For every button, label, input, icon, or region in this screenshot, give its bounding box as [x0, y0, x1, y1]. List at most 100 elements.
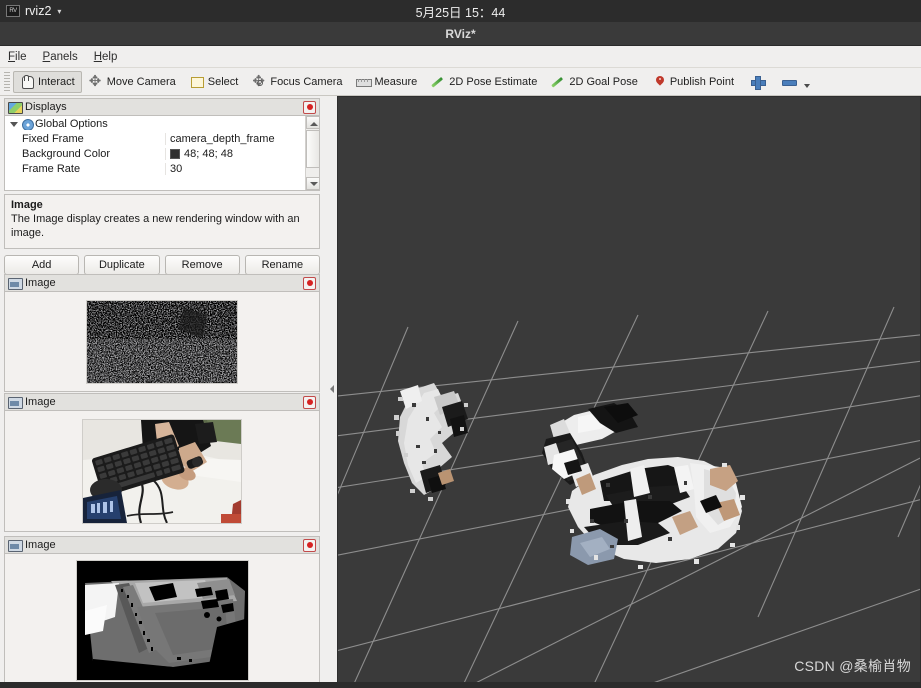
remove-button[interactable]: Remove	[164, 255, 240, 275]
tool-2d-goal-pose[interactable]: 2D Goal Pose	[544, 71, 644, 93]
tree-label: Frame Rate	[22, 162, 81, 175]
displays-tree[interactable]: Global Options Fixed Frame camera_depth_…	[5, 116, 302, 190]
toolbar-drag-grip[interactable]	[4, 71, 10, 92]
rgb-camera-view	[82, 418, 242, 524]
table-row[interactable]: Background Color 48; 48; 48	[5, 146, 302, 161]
rviz-app-icon: RV	[6, 5, 20, 17]
scroll-down-arrow-icon[interactable]	[306, 177, 319, 190]
image-panel-2-body[interactable]	[4, 410, 320, 532]
plus-icon	[750, 75, 767, 90]
os-app-name: rviz2	[25, 4, 52, 18]
image-window-icon	[8, 539, 23, 552]
tool-move-camera[interactable]: Move Camera	[82, 71, 183, 93]
rename-button[interactable]: Rename	[244, 255, 320, 275]
scroll-up-arrow-icon[interactable]	[306, 116, 319, 129]
tool-2d-pose-estimate[interactable]: 2D Pose Estimate	[424, 71, 544, 93]
image-panel-2-header: Image	[4, 393, 320, 410]
tree-key-fixed-frame: Fixed Frame	[5, 133, 165, 145]
tree-value-fixed-frame[interactable]: camera_depth_frame	[165, 132, 302, 145]
image-window-icon	[8, 396, 23, 409]
menu-file-mnemonic: F	[8, 50, 16, 63]
close-icon[interactable]	[303, 538, 316, 552]
image-panel-1-body[interactable]	[4, 291, 320, 392]
menu-panels[interactable]: Panels	[43, 51, 78, 63]
displays-panel-title: Displays	[25, 101, 67, 113]
table-row[interactable]: Frame Rate 30	[5, 161, 302, 176]
chevron-down-icon[interactable]	[803, 71, 812, 93]
image-panel-3-body[interactable]	[4, 553, 320, 687]
table-row[interactable]: Fixed Frame camera_depth_frame	[5, 131, 302, 146]
duplicate-button[interactable]: Duplicate	[84, 255, 160, 275]
move-camera-icon	[89, 72, 104, 90]
tree-key-global-options: Global Options	[5, 118, 165, 130]
image-panel-3-title: Image	[25, 539, 56, 551]
tool-publish-point[interactable]: Publish Point	[645, 71, 741, 93]
menu-help[interactable]: Help	[94, 51, 118, 63]
chevron-down-icon[interactable]: ▾	[57, 7, 61, 16]
tool-move-camera-label: Move Camera	[106, 75, 176, 88]
remove-tool-button[interactable]	[774, 71, 803, 93]
tool-measure[interactable]: Measure	[349, 71, 424, 93]
ir-depth-noise-view	[86, 299, 238, 384]
displays-tree-scrollbar[interactable]	[305, 116, 319, 190]
tree-label: Fixed Frame	[22, 132, 84, 145]
tree-value-background-color-wrap[interactable]: 48; 48; 48	[165, 147, 302, 160]
image-panel-1-header: Image	[4, 274, 320, 291]
image-panel-2: Image	[4, 393, 320, 532]
dock-splitter-handle[interactable]	[327, 96, 337, 688]
3d-render-view[interactable]: CSDN @桑榆肖物	[337, 96, 921, 688]
tool-measure-label: Measure	[374, 75, 418, 88]
color-swatch-icon	[170, 148, 180, 159]
image-panel-3-header: Image	[4, 536, 320, 553]
close-icon[interactable]	[303, 100, 316, 114]
menu-panels-label: anels	[50, 50, 78, 63]
bottom-strip	[0, 682, 921, 688]
image-panel-1-title: Image	[25, 277, 56, 289]
chevron-down-icon[interactable]	[9, 119, 18, 128]
window-title: RViz*	[445, 26, 476, 41]
os-clock[interactable]: 5月25日 15：44	[0, 2, 921, 21]
close-icon[interactable]	[303, 395, 316, 409]
add-tool-button[interactable]	[741, 71, 774, 93]
table-row[interactable]: Global Options	[5, 116, 302, 131]
scrollbar-thumb[interactable]	[306, 130, 319, 168]
left-dock-area: Displays Global Options Fixed Frame came…	[0, 96, 327, 688]
display-description-box: Image The Image display creates a new re…	[4, 194, 320, 249]
tool-focus-camera[interactable]: Focus Camera	[245, 71, 349, 93]
menu-help-mnemonic: H	[93, 50, 103, 63]
image-panel-1: Image	[4, 274, 320, 392]
map-pin-icon	[652, 75, 667, 89]
tool-interact-label: Interact	[38, 75, 75, 88]
tree-key-background-color: Background Color	[5, 148, 165, 160]
rviz-application-window: RV rviz2 ▾ 5月25日 15：44 RViz* File Panels…	[0, 0, 921, 688]
tool-interact[interactable]: Interact	[13, 70, 82, 93]
menu-help-label: elp	[102, 50, 118, 63]
minus-icon	[781, 75, 798, 89]
tool-select-label: Select	[207, 75, 239, 88]
image-window-icon	[8, 277, 23, 290]
ruler-icon	[356, 75, 373, 89]
os-top-bar: RV rviz2 ▾ 5月25日 15：44	[0, 0, 921, 22]
displays-button-row: Add Duplicate Remove Rename	[4, 255, 320, 275]
select-rect-icon	[190, 75, 205, 89]
menu-file[interactable]: File	[8, 51, 27, 63]
tool-focus-camera-label: Focus Camera	[270, 75, 343, 88]
displays-icon	[8, 101, 23, 114]
displays-panel: Displays Global Options Fixed Frame came…	[4, 98, 320, 275]
close-icon[interactable]	[303, 276, 316, 290]
main-toolbar: Interact Move Camera Select Focus Camera…	[0, 68, 921, 96]
gear-icon	[21, 118, 34, 130]
green-arrow-icon	[551, 75, 566, 89]
os-app-indicator[interactable]: RV rviz2 ▾	[0, 4, 61, 18]
tool-publish-point-label: Publish Point	[669, 75, 735, 88]
tree-key-frame-rate: Frame Rate	[5, 163, 165, 175]
image-panel-2-title: Image	[25, 396, 56, 408]
tree-label: Background Color	[22, 147, 111, 160]
depth-map-render	[76, 560, 248, 680]
focus-camera-icon	[252, 72, 267, 90]
tree-value-frame-rate[interactable]: 30	[165, 162, 302, 175]
tool-select[interactable]: Select	[183, 71, 246, 93]
rgb-camera-render	[83, 419, 241, 523]
add-button[interactable]: Add	[4, 255, 80, 275]
tree-label: Global Options	[35, 117, 108, 130]
